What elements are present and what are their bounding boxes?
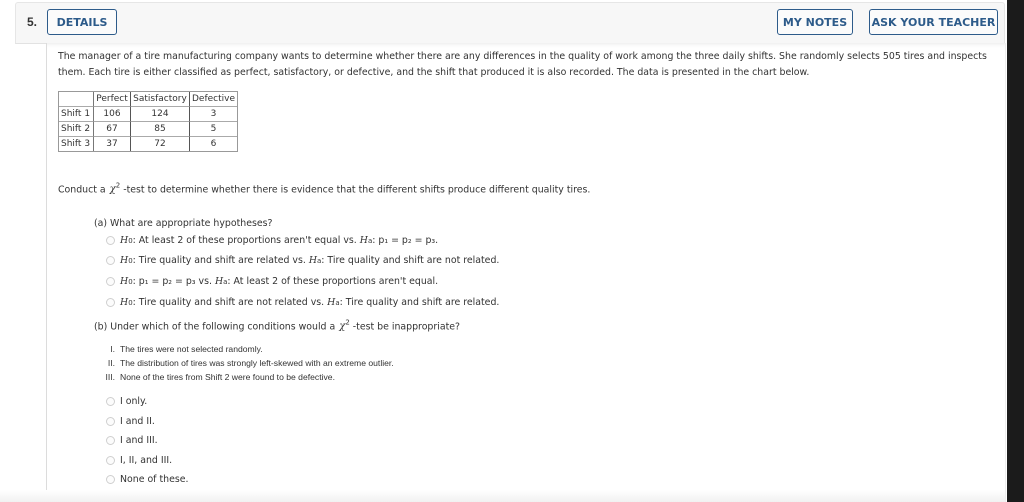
ha-text: : Tire quality and shift are not related… — [321, 255, 500, 266]
table-cell: 106 — [94, 107, 131, 122]
ha-symbol: H — [308, 255, 317, 266]
radio-button[interactable] — [106, 256, 115, 265]
answer-option-label: I, II, and III. — [120, 455, 173, 466]
answer-option[interactable]: I and III. — [106, 435, 158, 446]
h0-symbol: H — [120, 276, 129, 287]
hypothesis-option[interactable]: H0 : Tire quality and shift are not rela… — [106, 297, 499, 308]
chi-exponent: 2 — [115, 182, 121, 190]
table-cell: 5 — [190, 122, 238, 137]
table-row: Shift 3 37 72 6 — [59, 137, 237, 151]
table-cell: 3 — [190, 107, 238, 122]
condition-number: II. — [107, 358, 115, 368]
radio-button[interactable] — [106, 475, 115, 484]
question-panel: 5. DETAILS MY NOTES ASK YOUR TEACHER The… — [15, 2, 1006, 502]
table-cell: 6 — [210, 139, 217, 149]
condition-item: I. The tires were not selected randomly. — [95, 344, 263, 354]
table-header-cell: Defective — [190, 92, 238, 107]
h0-symbol: H — [120, 255, 129, 266]
ha-symbol: H — [214, 276, 224, 287]
answer-option-label: I and II. — [120, 416, 155, 427]
condition-number: III. — [105, 372, 115, 382]
radio-button[interactable] — [106, 298, 115, 307]
table-cell: 124 — [131, 107, 190, 122]
table-header-cell: Satisfactory — [131, 92, 190, 107]
condition-item: III. None of the tires from Shift 2 were … — [95, 372, 335, 382]
hypothesis-option[interactable]: H0 : At least 2 of these proportions are… — [106, 235, 438, 246]
ha-text: : At least 2 of these proportions aren't… — [227, 276, 439, 287]
radio-button[interactable] — [106, 436, 115, 445]
chi-exponent: 2 — [345, 319, 350, 327]
ask-your-teacher-button[interactable]: ASK YOUR TEACHER — [869, 9, 998, 35]
part-b-text-before: (b) Under which of the following conditi… — [94, 321, 336, 333]
radio-button[interactable] — [106, 236, 115, 245]
condition-text: None of the tires from Shift 2 were foun… — [120, 372, 335, 382]
table-row: Shift 2 67 85 5 — [59, 122, 238, 137]
window-edge — [1007, 0, 1024, 502]
radio-button[interactable] — [106, 277, 115, 286]
part-a-prompt: (a) What are appropriate hypotheses? — [94, 218, 273, 229]
condition-text: The distribution of tires was strongly l… — [120, 358, 394, 368]
radio-button[interactable] — [106, 456, 115, 465]
radio-button[interactable] — [106, 397, 115, 406]
my-notes-button[interactable]: MY NOTES — [777, 9, 853, 35]
h0-text: : Tire quality and shift are related vs. — [132, 255, 309, 266]
answer-option-label: I only. — [120, 396, 148, 407]
answer-option[interactable]: I, II, and III. — [106, 455, 172, 466]
part-b-text-after: -test be inappropriate? — [352, 321, 460, 333]
answer-option-label: None of these. — [120, 474, 189, 485]
question-header: 5. DETAILS MY NOTES ASK YOUR TEACHER — [15, 2, 1005, 44]
h0-symbol: H — [120, 297, 129, 308]
conduct-text-after: -test to determine whether there is evid… — [123, 184, 591, 196]
ha-symbol: H — [359, 235, 368, 246]
ha-text: : p₁ = p₂ = p₃. — [372, 235, 439, 246]
ha-symbol: H — [327, 297, 336, 308]
table-row: Shift 1 106 124 3 — [59, 107, 238, 122]
data-table: Perfect Satisfactory Defective Shift 1 1… — [58, 91, 239, 152]
ha-text: : Tire quality and shift are related. — [339, 297, 500, 308]
h0-text: : Tire quality and shift are not related… — [132, 297, 328, 308]
answer-option[interactable]: I and II. — [106, 416, 155, 427]
table-header-row: Perfect Satisfactory Defective — [59, 92, 238, 107]
bottom-shadow — [0, 490, 1005, 502]
table-cell: 85 — [131, 122, 190, 137]
question-content: The manager of a tire manufacturing comp… — [46, 43, 1006, 502]
table-cell: 37 — [94, 137, 131, 151]
h0-symbol: H — [120, 235, 129, 246]
h0-text: : p₁ = p₂ = p₃ vs. — [132, 276, 215, 287]
question-number: 5. — [27, 15, 38, 29]
table-header-cell — [59, 92, 94, 107]
radio-button[interactable] — [106, 417, 115, 426]
table-header-cell: Perfect — [94, 92, 131, 107]
conduct-instruction: Conduct a χ2 -test to determine whether th… — [58, 182, 590, 195]
answer-option[interactable]: None of these. — [106, 474, 188, 485]
part-b-prompt: (b) Under which of the following conditi… — [94, 319, 460, 332]
details-button[interactable]: DETAILS — [47, 9, 117, 35]
h0-text: : At least 2 of these proportions aren't… — [132, 235, 360, 246]
condition-item: II. The distribution of tires was strongl… — [95, 358, 394, 368]
chi-square-symbol: χ2 — [110, 182, 121, 195]
conduct-text-before: Conduct a — [58, 184, 106, 196]
table-cell: 72 — [131, 137, 190, 151]
table-cell: Shift 3 — [59, 137, 94, 151]
table-cell: Shift 1 — [59, 107, 94, 122]
answer-option[interactable]: I only. — [106, 396, 147, 407]
intro-paragraph: The manager of a tire manufacturing comp… — [58, 51, 987, 78]
answer-option-label: I and III. — [120, 435, 158, 446]
condition-text: The tires were not selected randomly. — [120, 344, 263, 354]
hypothesis-option[interactable]: H0 : Tire quality and shift are related … — [106, 255, 499, 266]
table-cell: Shift 2 — [59, 122, 94, 137]
table-cell: 67 — [94, 122, 131, 137]
condition-number: I. — [110, 344, 115, 354]
hypothesis-option[interactable]: H0 : p₁ = p₂ = p₃ vs. Ha : At least 2 of… — [106, 276, 438, 287]
chi-square-symbol: χ2 — [339, 319, 350, 332]
